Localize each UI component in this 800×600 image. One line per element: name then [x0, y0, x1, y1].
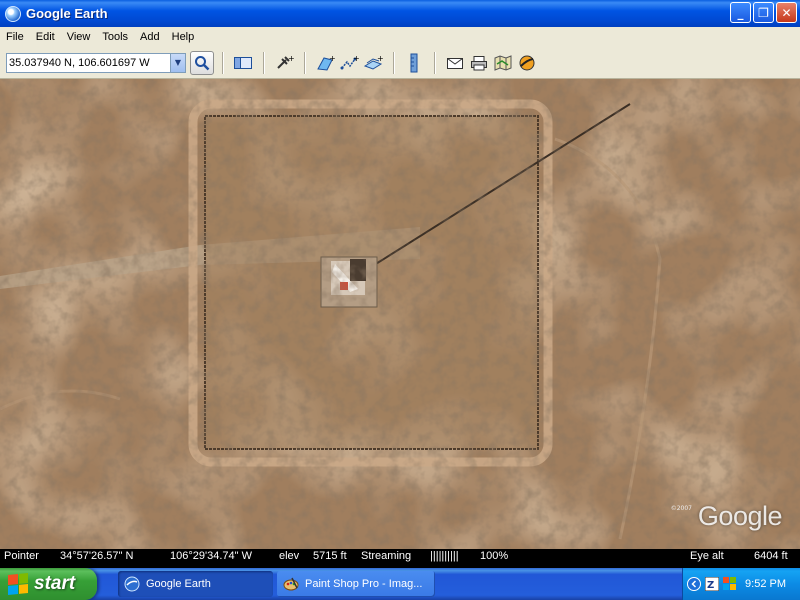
paint-shop-pro-icon [283, 577, 299, 591]
svg-text:Z: Z [707, 580, 714, 591]
google-earth-icon [124, 576, 140, 592]
menu-file[interactable]: File [0, 31, 30, 43]
zonealarm-icon[interactable]: Z [705, 577, 719, 591]
earth-view[interactable]: ©2007 Google [0, 79, 800, 549]
elevation-value: 5715 ft [313, 550, 347, 562]
path-icon: + [340, 54, 359, 69]
copyright-year: ©2007 [670, 505, 692, 512]
add-path-button[interactable]: + [337, 51, 361, 75]
polygon-icon: + [317, 54, 335, 71]
show-hidden-icons-icon[interactable] [687, 577, 701, 591]
menu-view[interactable]: View [61, 31, 97, 43]
add-placemark-button[interactable]: + [272, 51, 296, 75]
pointer-label: Pointer [4, 550, 39, 562]
start-button[interactable]: start [0, 568, 97, 600]
toolbar-separator [263, 51, 264, 74]
minimize-button[interactable]: _ [730, 2, 751, 23]
toolbar-separator [222, 51, 223, 74]
taskbar-paint-shop-pro[interactable]: Paint Shop Pro - Imag... [277, 571, 435, 597]
image-overlay-icon: + [363, 54, 383, 70]
pointer-longitude: 106°29'34.74" W [170, 550, 252, 562]
toolbar-separator [393, 51, 394, 74]
windows-flag-icon[interactable] [723, 577, 737, 591]
search-button[interactable] [190, 50, 214, 75]
svg-text:+: + [329, 54, 335, 63]
google-watermark: Google [697, 501, 783, 531]
sky-icon [519, 55, 535, 70]
task-label: Paint Shop Pro - Imag... [305, 578, 423, 590]
add-polygon-button[interactable]: + [313, 51, 337, 75]
search-icon [195, 55, 210, 70]
task-label: Google Earth [146, 578, 211, 590]
google-maps-icon [494, 54, 512, 71]
elev-label: elev [279, 550, 300, 562]
maximize-button[interactable]: ❐ [753, 2, 774, 23]
system-tray: Z 9:52 PM [682, 568, 800, 600]
window-controls: _ ❐ ✕ [730, 2, 797, 23]
menu-add[interactable]: Add [134, 31, 166, 43]
status-bar: Pointer 34°57'26.57" N 106°29'34.74" W e… [0, 549, 800, 565]
fly-to-input[interactable] [7, 53, 170, 72]
taskbar-clock[interactable]: 9:52 PM [745, 578, 786, 590]
add-image-overlay-button[interactable]: + [361, 51, 385, 75]
google-earth-icon [5, 5, 21, 22]
title-bar: Google Earth _ ❐ ✕ [0, 0, 800, 27]
taskbar-google-earth[interactable]: Google Earth [118, 571, 273, 597]
svg-text:+: + [288, 54, 294, 63]
window-title: Google Earth [26, 6, 108, 21]
pointer-latitude: 34°57'26.57" N [60, 550, 134, 562]
switch-to-sky-button[interactable] [515, 51, 539, 75]
streaming-bar: |||||||||| [430, 550, 459, 562]
email-icon [447, 57, 463, 69]
chevron-down-icon[interactable]: ▼ [170, 53, 185, 72]
satellite-image[interactable] [0, 79, 800, 549]
windows-logo-icon [8, 572, 28, 596]
ruler-button[interactable] [402, 51, 426, 75]
menu-help[interactable]: Help [166, 31, 201, 43]
close-button[interactable]: ✕ [776, 2, 797, 23]
svg-text:+: + [353, 54, 359, 63]
sidebar-icon [234, 56, 252, 69]
placemark-icon: + [277, 54, 294, 69]
toggle-sidebar-button[interactable] [231, 51, 255, 75]
taskbar: start Google Earth Paint Shop Pro - Imag… [0, 568, 800, 600]
fly-to-combobox[interactable]: ▼ [6, 52, 186, 73]
ruler-icon [410, 53, 418, 72]
eye-alt-label: Eye alt [690, 550, 724, 562]
toolbar: ▼ + + + [0, 47, 800, 79]
streaming-percent: 100% [480, 550, 509, 562]
toolbar-separator [304, 51, 305, 74]
menu-bar: File Edit View Tools Add Help [0, 27, 800, 47]
email-button[interactable] [443, 51, 467, 75]
view-in-google-maps-button[interactable] [491, 51, 515, 75]
print-icon [471, 55, 487, 70]
toolbar-separator [434, 51, 435, 74]
print-button[interactable] [467, 51, 491, 75]
menu-edit[interactable]: Edit [30, 31, 61, 43]
streaming-label: Streaming [361, 550, 412, 562]
eye-alt-value: 6404 ft [754, 550, 788, 562]
start-label: start [34, 573, 76, 594]
menu-tools[interactable]: Tools [96, 31, 134, 43]
svg-text:+: + [377, 54, 383, 63]
